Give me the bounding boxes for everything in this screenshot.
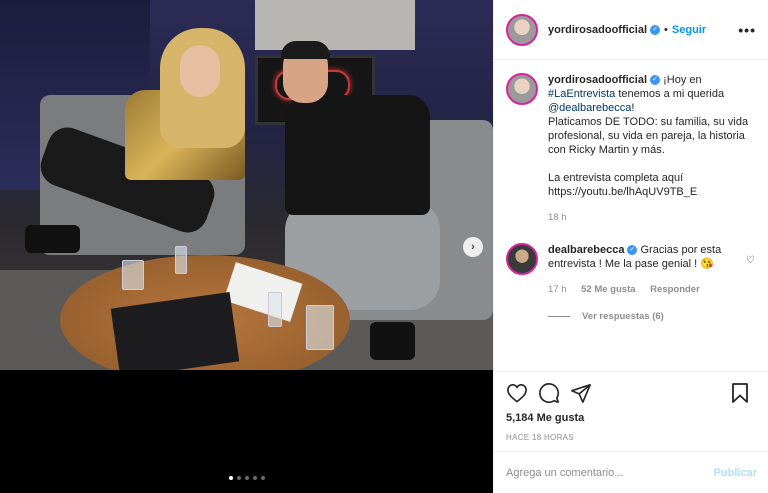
author-avatar[interactable] (506, 13, 538, 46)
add-comment-bar: Publicar (494, 451, 768, 493)
caption-username[interactable]: yordirosadoofficial (548, 74, 647, 86)
carousel-dot (236, 476, 241, 480)
more-options-icon[interactable]: ••• (738, 22, 756, 38)
action-icons (506, 380, 757, 406)
comment-item: dealbarebecca ✓ Gracias por esta entrevis… (506, 243, 757, 297)
glass (306, 305, 334, 350)
host-shoe (370, 322, 415, 360)
carousel-dot (252, 476, 257, 480)
carousel-dot (260, 476, 265, 480)
caption-text-middle: tenemos a mi querida (615, 88, 725, 100)
comment-body: dealbarebecca ✓ Gracias por esta entrevis… (548, 243, 753, 297)
comments-list[interactable]: yordirosadoofficial ✓ ¡Hoy en #LaEntrevis… (494, 61, 768, 371)
host-shirt (285, 95, 430, 215)
likes-count[interactable]: 5,184 Me gusta (506, 412, 757, 424)
carousel-dot (244, 476, 249, 480)
caption-timestamp[interactable]: 18 h (548, 212, 567, 223)
guest-boot (25, 225, 80, 253)
guest-face (180, 45, 220, 97)
caption-paragraph-2: Platicamos DE TODO: su familia, su vida … (548, 116, 749, 156)
comment-meta: 17 h 52 Me gusta Responder (548, 283, 753, 297)
carousel-dots (0, 476, 493, 480)
replies-line (548, 316, 570, 317)
mention-link[interactable]: @dealbarebecca (548, 102, 631, 114)
glass (175, 246, 187, 274)
comment-likes[interactable]: 52 Me gusta (581, 284, 635, 295)
view-replies-label: Ver respuestas (6) (582, 311, 664, 322)
like-comment-heart-icon[interactable]: ♡ (746, 255, 755, 266)
next-photo-button[interactable]: › (463, 237, 483, 257)
share-icon[interactable] (570, 382, 592, 404)
commenter-username[interactable]: dealbarebecca (548, 244, 624, 256)
post-header: yordirosadoofficial ✓ • Seguir ••• (494, 0, 768, 60)
media-panel: › (0, 0, 493, 493)
separator-dot: • (664, 23, 668, 36)
follow-button[interactable]: Seguir (672, 24, 706, 36)
post-photo[interactable] (0, 0, 493, 370)
glass (122, 260, 144, 290)
bookmark-icon[interactable] (731, 382, 749, 404)
caption: yordirosadoofficial ✓ ¡Hoy en #LaEntrevis… (506, 73, 757, 225)
verified-badge-icon: ✓ (627, 245, 638, 256)
author-username[interactable]: yordirosadoofficial (548, 24, 647, 36)
glass (268, 292, 282, 327)
verified-badge-icon: ✓ (650, 24, 661, 35)
comment-timestamp[interactable]: 17 h (548, 284, 567, 295)
caption-paragraph-3: La entrevista completa aquí https://yout… (548, 172, 698, 198)
caption-text-prefix: ¡Hoy en (663, 74, 702, 86)
host-hair (281, 41, 330, 59)
carousel-dot-active (228, 476, 233, 480)
commenter-avatar[interactable] (506, 243, 538, 275)
post-sidebar: yordirosadoofficial ✓ • Seguir ••• yordi… (493, 0, 768, 493)
caption-text-suffix: ! (631, 102, 635, 114)
publish-button[interactable]: Publicar (714, 467, 757, 479)
caption-body: yordirosadoofficial ✓ ¡Hoy en #LaEntrevis… (548, 73, 753, 225)
verified-badge-icon: ✓ (650, 75, 661, 86)
post-actions: 5,184 Me gusta HACE 18 HORAS (494, 371, 768, 451)
comment-icon[interactable] (538, 382, 560, 404)
chevron-right-icon: › (471, 241, 475, 253)
background-window (255, 0, 415, 50)
comment-input[interactable] (506, 466, 696, 479)
reply-button[interactable]: Responder (650, 284, 700, 295)
view-replies-button[interactable]: Ver respuestas (6) (548, 311, 757, 322)
author-avatar[interactable] (506, 73, 538, 105)
post-timestamp[interactable]: HACE 18 HORAS (506, 433, 757, 442)
caption-meta: 18 h (548, 211, 753, 225)
hashtag-link[interactable]: #LaEntrevista (548, 88, 615, 100)
heart-icon[interactable] (506, 383, 528, 403)
